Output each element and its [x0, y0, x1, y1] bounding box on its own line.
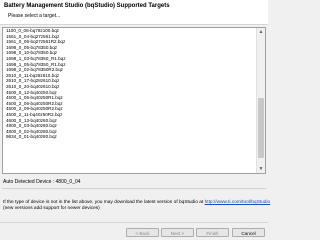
scroll-up-arrow-icon[interactable]: ▲	[257, 28, 265, 36]
download-info-note: (new versions add support for newer devi…	[3, 206, 100, 211]
scroll-down-arrow-icon[interactable]: ▼	[257, 165, 265, 173]
scroll-thumb[interactable]	[258, 98, 264, 158]
divider	[2, 188, 266, 189]
wizard-header: Battery Management Studio (bqStudio) Sup…	[0, 0, 268, 25]
target-listbox[interactable]: 1100_0_06-bq78z100.bqz 1561_0_04-bq27z56…	[2, 27, 266, 174]
bqstudio-download-link[interactable]: http://www.ti.com/tool/bqStudio	[205, 200, 271, 205]
wizard-subtitle: Please select a target...	[8, 13, 61, 19]
back-button[interactable]: < Back	[126, 228, 159, 237]
list-item[interactable]: 9834_0_01-bq40z80.bqz	[3, 134, 257, 140]
finish-button[interactable]: Finish	[196, 228, 229, 237]
target-list: 1100_0_06-bq78z100.bqz 1561_0_04-bq27z56…	[3, 28, 257, 173]
footer-divider	[0, 222, 268, 223]
wizard-title: Battery Management Studio (bqStudio) Sup…	[4, 3, 170, 9]
list-scrollbar[interactable]: ▲ ▼	[256, 28, 265, 173]
next-button[interactable]: Next >	[161, 228, 194, 237]
download-info: If the type of device is not in the list…	[3, 200, 270, 212]
auto-detected-device: Auto Detected Device : 4800_0_04	[3, 179, 81, 185]
cancel-button[interactable]: Cancel	[232, 228, 265, 237]
download-info-text: If the type of device is not in the list…	[3, 200, 205, 205]
